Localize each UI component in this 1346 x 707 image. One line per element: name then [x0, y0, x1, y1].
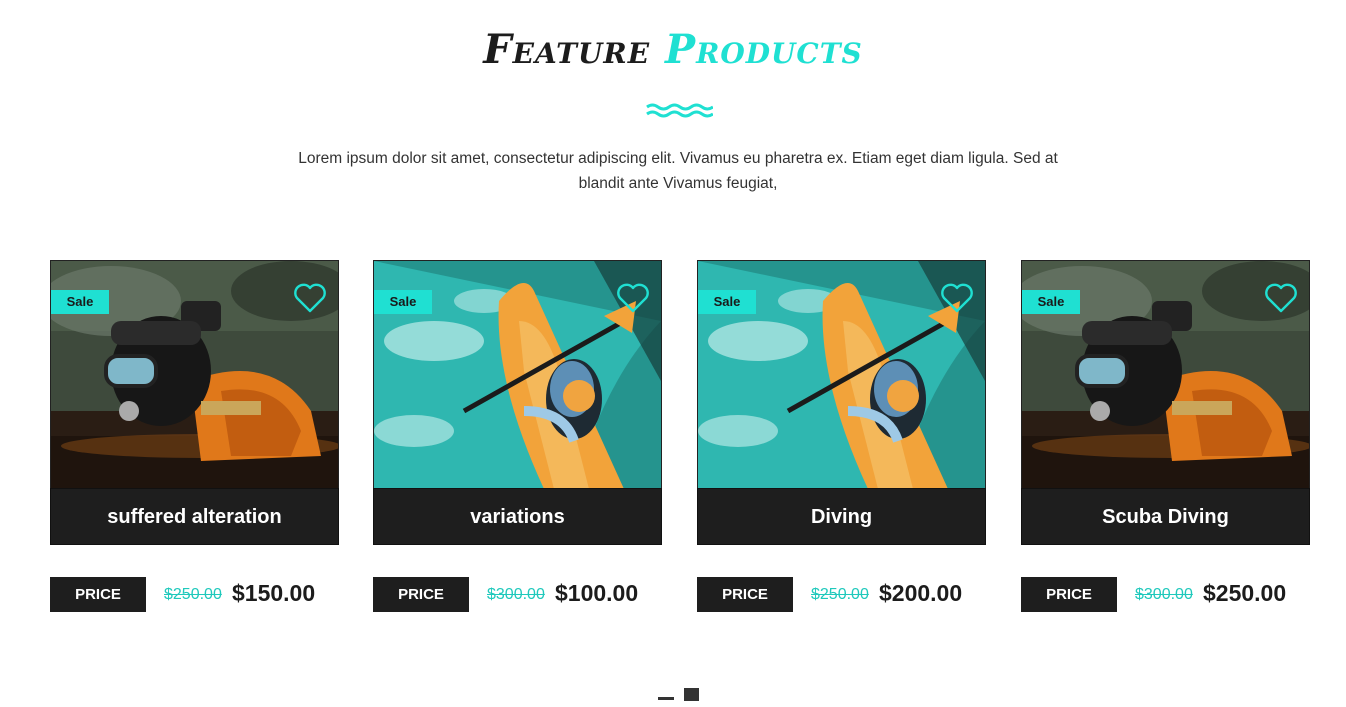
heart-icon[interactable]	[940, 282, 974, 314]
heart-icon[interactable]	[1264, 282, 1298, 314]
old-price: $300.00	[1135, 586, 1193, 603]
sale-badge: Sale	[51, 290, 109, 314]
product-card[interactable]: Sale suffered alteration	[50, 260, 339, 545]
new-price: $200.00	[879, 580, 963, 606]
price-row: PRICE $300.00 $100.00	[373, 577, 662, 612]
product-title[interactable]: Diving	[697, 488, 986, 545]
product-card[interactable]: Sale Scuba Diving	[1021, 260, 1310, 545]
wave-divider-icon	[646, 103, 713, 118]
carousel-pagination	[658, 688, 702, 702]
heart-icon[interactable]	[616, 282, 650, 314]
product-title[interactable]: suffered alteration	[50, 488, 339, 545]
product-title[interactable]: variations	[373, 488, 662, 545]
price-button[interactable]: PRICE	[373, 577, 469, 612]
product-card[interactable]: Sale Diving	[697, 260, 986, 545]
price-button[interactable]: PRICE	[50, 577, 146, 612]
product-title[interactable]: Scuba Diving	[1021, 488, 1310, 545]
new-price: $150.00	[232, 580, 316, 606]
price-button[interactable]: PRICE	[697, 577, 793, 612]
price-row: PRICE $250.00 $200.00	[697, 577, 986, 612]
old-price: $300.00	[487, 586, 545, 603]
new-price: $100.00	[555, 580, 639, 606]
sale-badge: Sale	[374, 290, 432, 314]
old-price: $250.00	[164, 586, 222, 603]
old-price: $250.00	[811, 586, 869, 603]
sale-badge: Sale	[1022, 290, 1080, 314]
section-description: Lorem ipsum dolor sit amet, consectetur …	[298, 150, 1058, 192]
new-price: $250.00	[1203, 580, 1287, 606]
section-heading-part1: Feature	[483, 26, 651, 73]
price-button[interactable]: PRICE	[1021, 577, 1117, 612]
sale-badge: Sale	[698, 290, 756, 314]
section-heading-part2: Products	[664, 26, 863, 73]
heart-icon[interactable]	[293, 282, 327, 314]
price-row: PRICE $250.00 $150.00	[50, 577, 339, 612]
section-heading: Feature Products	[0, 26, 1346, 73]
product-card[interactable]: Sale variations	[373, 260, 662, 545]
price-row: PRICE $300.00 $250.00	[1021, 577, 1310, 612]
carousel-page-1[interactable]	[658, 697, 674, 700]
carousel-page-2-active[interactable]	[684, 688, 699, 701]
